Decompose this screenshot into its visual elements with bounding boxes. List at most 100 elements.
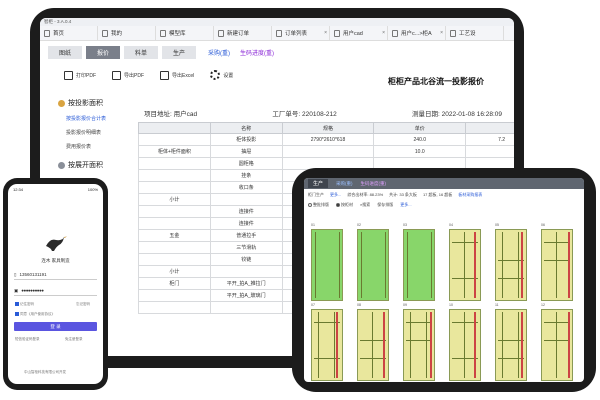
table-cell (209, 301, 283, 314)
table-cell (138, 181, 211, 194)
tab-order-list[interactable]: 订单列表 × (272, 26, 330, 40)
info-report-link[interactable]: 板材采购报表 (458, 192, 482, 198)
option-batch[interactable]: 整批排版 (308, 202, 329, 208)
purchase-link[interactable]: 采购(重) (208, 48, 230, 57)
search-button[interactable]: ⌕搜索 (360, 202, 370, 208)
field-value: 13560131191 (19, 272, 47, 277)
agreement-checkbox[interactable]: 同意《用户使用协议》 (15, 312, 55, 317)
table-row: 柜体投影 2790*2610*618 240.0 7.2 (138, 133, 514, 146)
tab-user-cad[interactable]: 用户cad × (330, 26, 388, 40)
tab-user-cabinet[interactable]: 用户c...>柜A × (388, 26, 446, 40)
table-header-cell: 规格 (281, 122, 375, 134)
sms-login-link[interactable]: 短信验证码登录 (15, 337, 40, 342)
tab-mine[interactable]: 我的 (98, 26, 156, 40)
sidebar-item-summary[interactable]: 按投影报价合计表 (66, 112, 114, 126)
tab-home[interactable]: 首页 (40, 26, 98, 40)
thumbnail-label: 07 (311, 303, 315, 307)
table-cell (138, 205, 211, 218)
table-cell (138, 301, 211, 314)
print-pdf-button[interactable]: 打印PDF (64, 70, 96, 80)
cut-line (502, 232, 503, 298)
phone-frame: 12:34 100% 连木 家具制造 ▯ 13560131191 ▣ ●●●●●●●… (3, 178, 108, 390)
sheet-thumbnail[interactable] (357, 309, 389, 381)
sheet-thumbnail[interactable] (541, 309, 573, 381)
thumbnail-label: 11 (495, 303, 499, 307)
material-list-button[interactable]: 料单 (124, 45, 158, 59)
sidebar-section-projection[interactable]: 按投影面积 (58, 98, 114, 108)
settings-button[interactable]: 设置 (210, 70, 233, 80)
phone-number-field[interactable]: ▯ 13560131191 (14, 270, 97, 280)
drawings-button[interactable]: 图纸 (48, 45, 82, 59)
status-battery: 100% (87, 187, 98, 192)
thumbnail-label: 10 (449, 303, 453, 307)
tab-label: 首页 (53, 31, 65, 37)
section-label: 按展开面积 (68, 162, 103, 169)
table-cell (138, 217, 211, 230)
quote-button[interactable]: 报价 (86, 45, 120, 59)
sheet-thumbnail[interactable] (495, 309, 527, 381)
sheet-thumbnail[interactable] (449, 309, 481, 381)
tab-process[interactable]: 工艺设 (446, 26, 504, 40)
info-item: 共计: 33 条大板 (389, 192, 417, 197)
table-cell (138, 157, 211, 170)
lock-icon: ▣ (14, 287, 19, 293)
option-by-material[interactable]: 按柜材 (336, 202, 353, 208)
table-cell: 柜体投影 (209, 133, 283, 146)
production-button[interactable]: 生产 (162, 45, 196, 59)
thumbnail-label: 02 (357, 223, 361, 227)
export-excel-button[interactable]: 导出Excel (160, 70, 194, 80)
progress-link[interactable]: 生码进度(重) (361, 181, 387, 187)
radio-icon (308, 202, 312, 207)
sidebar-item-cost[interactable]: 费用报价表 (66, 140, 114, 154)
remember-password-checkbox[interactable]: 记住密码 (15, 302, 34, 307)
table-cell: 240.0 (373, 133, 467, 146)
box-icon (58, 99, 65, 107)
box-icon (58, 161, 65, 169)
sheet-thumbnail[interactable] (495, 229, 527, 301)
tab-label: 用户cad (343, 31, 363, 37)
cut-line (372, 312, 373, 378)
forgot-password-link[interactable]: 忘记密码 (76, 302, 90, 307)
sheet-thumbnail[interactable] (403, 309, 435, 381)
thumbnail-header: 06 (541, 223, 573, 228)
tab-model-library[interactable]: 模型库 (156, 26, 214, 40)
info-item: 综合出材率: 88.23% (347, 192, 384, 197)
production-tab[interactable]: 生产 (308, 179, 329, 188)
footer-text: 中山智柜科技有限公司开发 (24, 370, 66, 374)
tab-new-order[interactable]: 新建订单 (214, 26, 272, 40)
info-more-link[interactable]: 更多... (330, 192, 341, 198)
sheet-thumbnail[interactable] (311, 309, 343, 381)
no-register-login-link[interactable]: 免注册登录 (65, 337, 83, 342)
password-field[interactable]: ▣ ●●●●●●●●●● (14, 286, 97, 296)
table-cell: 铰链 (209, 253, 283, 266)
cut-line (339, 232, 340, 298)
thumbnail-header: 07 (311, 303, 343, 308)
close-icon[interactable]: × (382, 30, 385, 36)
purchase-link[interactable]: 采购(重) (336, 181, 353, 187)
more-link[interactable]: 更多... (400, 202, 411, 208)
sheet-thumbnail[interactable] (311, 229, 343, 301)
tab-label: 模型库 (169, 31, 186, 37)
close-icon[interactable]: × (440, 30, 443, 36)
thumbnail-label: 09 (403, 303, 407, 307)
progress-link[interactable]: 生码进度(重) (240, 48, 274, 57)
table-cell: 挂条 (209, 169, 283, 182)
sidebar-item-detail[interactable]: 投影报价明细表 (66, 126, 114, 140)
sheet-thumbnail[interactable] (403, 229, 435, 301)
close-icon[interactable]: × (324, 30, 327, 36)
login-button[interactable]: 登 录 (14, 322, 97, 331)
sheet-thumbnail[interactable] (449, 229, 481, 301)
thumbnail-label: 12 (541, 303, 545, 307)
sheet-thumbnail[interactable] (357, 229, 389, 301)
sheet-thumbnail[interactable] (541, 229, 573, 301)
table-cell: 柜门 (138, 277, 211, 290)
cut-line (407, 232, 408, 298)
tab-label: 工艺设 (459, 31, 476, 37)
sidebar-section-expanded[interactable]: 按展开面积 (58, 160, 114, 170)
cut-line (502, 312, 503, 378)
table-cell: 普通拉手 (209, 229, 283, 242)
nesting-summary: 柜门生产 更多... 综合出材率: 88.23% 共计: 33 条大板 17 超… (304, 189, 584, 201)
save-nesting-button[interactable]: 保存排版 (377, 202, 393, 208)
export-pdf-button[interactable]: 导出PDF (112, 70, 144, 80)
tab-label: 订单列表 (285, 31, 308, 37)
